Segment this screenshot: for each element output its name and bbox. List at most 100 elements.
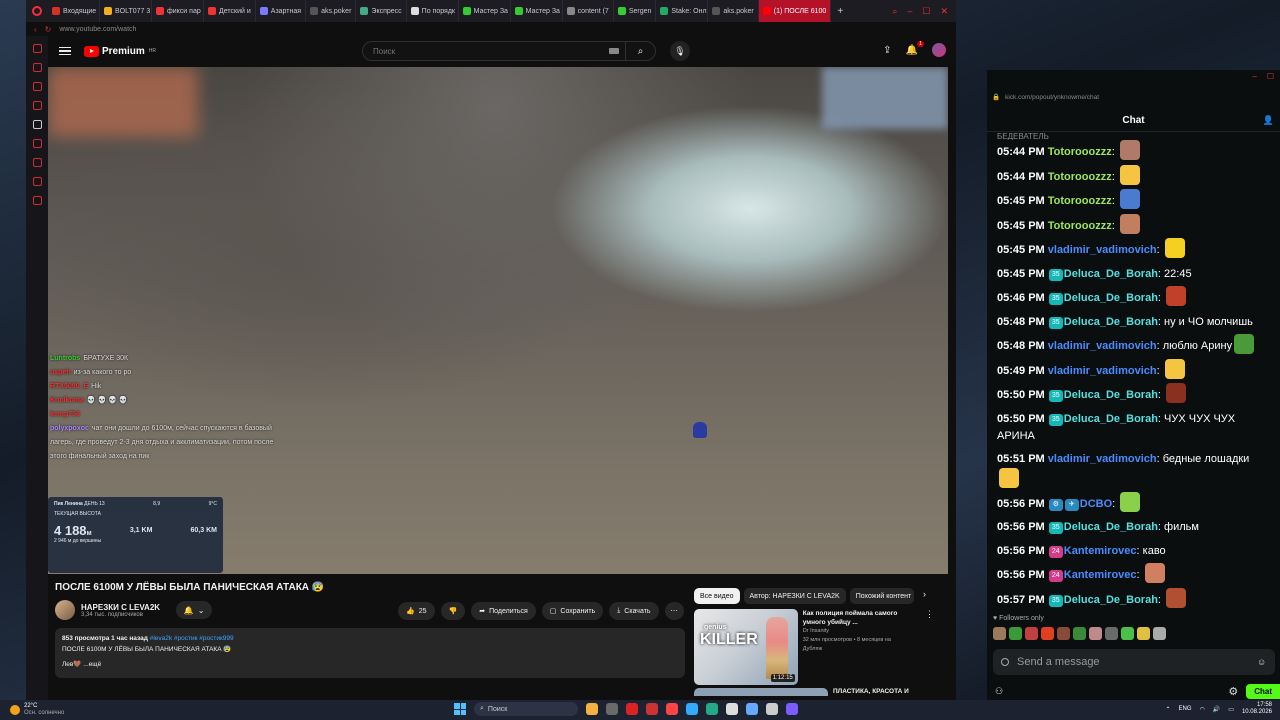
filter-chip[interactable]: Все видео <box>694 588 740 604</box>
windows-start-icon[interactable] <box>454 703 466 715</box>
message-user[interactable]: Kantemirovec <box>1064 569 1137 581</box>
browser-tab[interactable]: aks.poker <box>306 0 357 22</box>
channel-avatar[interactable] <box>55 600 75 620</box>
search-icon[interactable]: ⌕ <box>625 41 655 61</box>
message-user[interactable]: vladimir_vadimovich <box>1048 244 1157 256</box>
url-text[interactable]: www.youtube.com/watch <box>59 26 136 33</box>
tray-chevron-icon[interactable]: ⌃ <box>1166 706 1171 713</box>
sidebar-settings-icon[interactable] <box>32 196 42 205</box>
message-user[interactable]: Kantemirovec <box>1064 545 1137 557</box>
chat-send-button[interactable]: Chat <box>1246 683 1280 699</box>
message-user[interactable]: Deluca_De_Borah <box>1064 316 1158 328</box>
like-button[interactable]: 👍 25 <box>398 602 435 620</box>
minimize-icon[interactable]: – <box>907 6 912 17</box>
emote-icon[interactable] <box>1025 627 1038 640</box>
browser-tab[interactable]: Детский и <box>204 0 256 22</box>
close-icon[interactable]: ✕ <box>940 6 948 17</box>
notifications-icon[interactable]: 🔔 1 <box>906 40 924 56</box>
browser-tab[interactable]: aks.poker <box>708 0 759 22</box>
taskbar-app-icon[interactable] <box>766 703 778 715</box>
message-user[interactable]: Totorooozzz <box>1048 146 1112 158</box>
message-user[interactable]: Totorooozzz <box>1048 195 1112 207</box>
browser-tab[interactable]: Мастер За <box>511 0 563 22</box>
emote-icon[interactable] <box>1073 627 1086 640</box>
filter-chip[interactable]: Автор: НАРЕЗКИ С LEVA2K <box>743 588 846 604</box>
taskbar-app-icon[interactable] <box>646 703 658 715</box>
gear-icon[interactable]: ⚙ <box>1228 685 1238 698</box>
taskbar-app-icon[interactable] <box>726 703 738 715</box>
message-user[interactable]: Deluca_De_Borah <box>1064 268 1158 280</box>
taskbar-app-icon[interactable] <box>786 703 798 715</box>
message-user[interactable]: vladimir_vadimovich <box>1048 365 1157 377</box>
browser-tab[interactable]: Sergen <box>614 0 657 22</box>
mic-icon[interactable]: 🎙 <box>670 41 690 61</box>
sidebar-clock-icon[interactable] <box>32 177 42 186</box>
sidebar-messenger-icon[interactable] <box>32 82 42 91</box>
browser-tab[interactable]: Азартная <box>256 0 307 22</box>
message-user[interactable]: Deluca_De_Borah <box>1064 594 1158 606</box>
sidebar-bookmark-icon[interactable] <box>32 101 42 110</box>
message-user[interactable]: Totorooozzz <box>1048 220 1112 232</box>
chat-url[interactable]: kick.com/popout/ynknowme/chat <box>1005 94 1099 101</box>
search-box[interactable]: ⌕ <box>362 41 656 61</box>
search-tabs-icon[interactable]: ⌕ <box>892 6 897 17</box>
sidebar-ai-icon[interactable] <box>32 63 42 72</box>
recommended-video[interactable]: genius KILLER 1:12:15 Как полиция поймал… <box>694 609 934 685</box>
subscribe-bell-button[interactable]: 🔔 ⌄ <box>176 601 213 619</box>
maximize-icon[interactable]: ☐ <box>1267 72 1274 81</box>
video-player[interactable]: Luntrobs БРАТУХЕ 30К uspeh из-за какого то … <box>48 67 948 574</box>
emote-icon[interactable] <box>1009 627 1022 640</box>
message-user[interactable]: vladimir_vadimovich <box>1048 340 1157 352</box>
menu-icon[interactable] <box>59 46 71 56</box>
minimize-icon[interactable]: – <box>1252 72 1256 81</box>
browser-tab[interactable]: Stake: Онл <box>656 0 709 22</box>
upload-icon[interactable]: ⇪ <box>883 45 891 56</box>
chat-address-bar[interactable]: 🔒 kick.com/popout/ynknowme/chat <box>987 90 1280 104</box>
youtube-logo[interactable]: Premium HR <box>84 45 156 57</box>
chat-users-icon[interactable]: ⚇ <box>995 686 1003 697</box>
sidebar-pin-icon[interactable] <box>32 120 42 129</box>
filter-chip[interactable]: Похожий контент <box>849 588 914 604</box>
browser-tab[interactable]: (1) ПОСЛЕ 6100 <box>758 0 832 22</box>
message-user[interactable]: vladimir_vadimovich <box>1048 453 1157 465</box>
opera-icon[interactable] <box>26 0 48 22</box>
taskbar-app-icon[interactable] <box>626 703 638 715</box>
message-user[interactable]: Deluca_De_Borah <box>1064 389 1158 401</box>
taskbar-app-icon[interactable] <box>686 703 698 715</box>
channel-name[interactable]: НАРЕЗКИ С LEVA2K <box>81 603 160 612</box>
browser-tab[interactable]: Мастер За <box>459 0 511 22</box>
description-box[interactable]: 853 просмотра 1 час назад #leva2k #рости… <box>55 628 685 678</box>
avatar[interactable] <box>932 43 946 57</box>
recommended-title-2[interactable]: ПЛАСТИКА, КРАСОТА И <box>833 688 909 696</box>
taskbar-app-icon[interactable] <box>586 703 598 715</box>
more-actions-button[interactable]: ⋯ <box>664 602 684 620</box>
taskbar-app-icon[interactable] <box>706 703 718 715</box>
browser-tab[interactable]: BOLT077 3 <box>100 0 152 22</box>
message-user[interactable]: Totorooozzz <box>1048 171 1112 183</box>
taskbar-app-icon[interactable] <box>606 703 618 715</box>
browser-tab[interactable]: фикси пар <box>152 0 204 22</box>
weather-widget[interactable]: 22°C Осн. солнечно <box>0 703 64 717</box>
emote-icon[interactable] <box>993 627 1006 640</box>
battery-icon[interactable]: ▭ <box>1228 706 1234 713</box>
emote-icon[interactable] <box>1121 627 1134 640</box>
taskbar-app-icon[interactable] <box>746 703 758 715</box>
wifi-icon[interactable]: ◠ <box>1200 706 1205 713</box>
users-icon[interactable]: 👤 <box>1263 115 1274 126</box>
reload-icon[interactable]: ↻ <box>45 25 52 34</box>
message-user[interactable]: Deluca_De_Borah <box>1064 521 1158 533</box>
save-button[interactable]: ▢ Сохранить <box>541 602 604 620</box>
sidebar-home-icon[interactable] <box>32 44 42 53</box>
clock[interactable]: 17:58 10.08.2026 <box>1242 702 1272 716</box>
download-button[interactable]: ⤓ Скачать <box>609 602 659 620</box>
language-indicator[interactable]: ENG <box>1179 706 1192 712</box>
description-more[interactable]: Лев🤎 ...ещё <box>62 659 678 670</box>
video-thumbnail-2[interactable] <box>694 688 828 696</box>
emote-icon[interactable] <box>1105 627 1118 640</box>
taskbar-search[interactable]: ⌕ Поиск <box>474 702 578 716</box>
emote-icon[interactable] <box>1057 627 1070 640</box>
browser-tab[interactable]: Экспресс <box>356 0 407 22</box>
message-user[interactable]: Deluca_De_Borah <box>1064 292 1158 304</box>
emote-icon[interactable] <box>1137 627 1150 640</box>
emoji-icon[interactable]: ☺ <box>1257 657 1266 667</box>
